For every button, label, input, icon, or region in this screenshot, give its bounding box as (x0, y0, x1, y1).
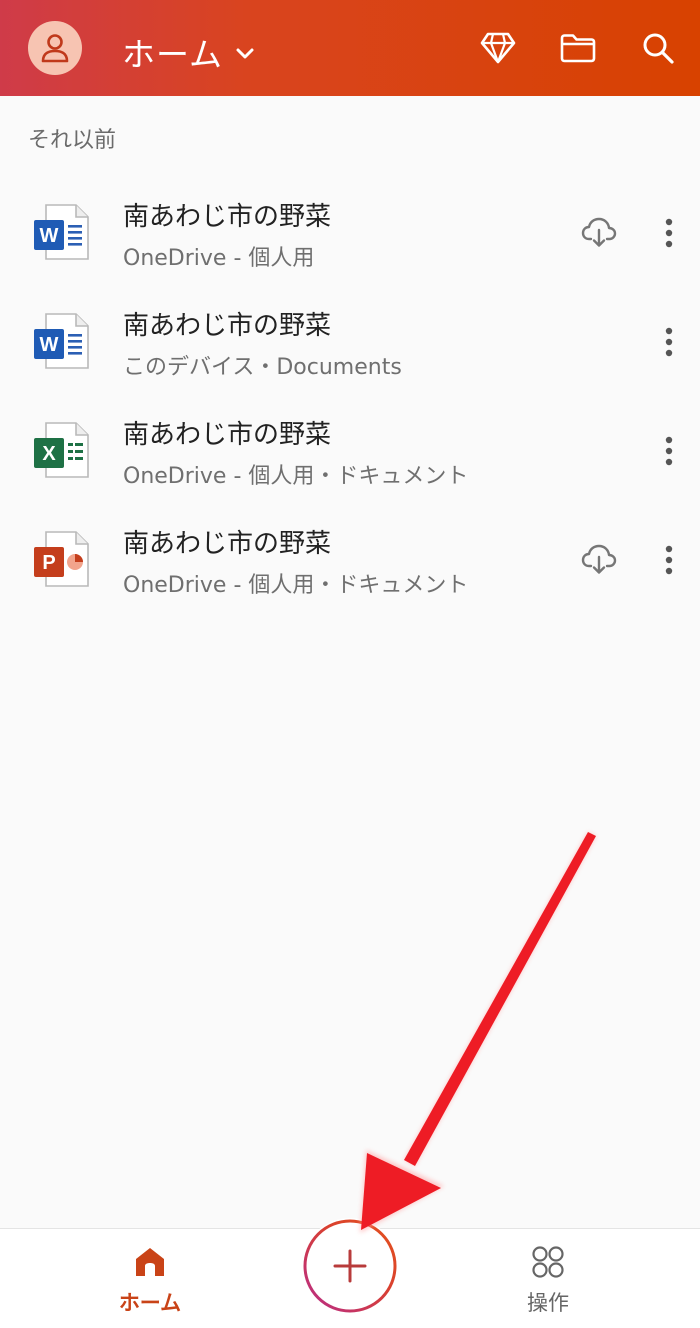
open-folder-button[interactable] (558, 28, 598, 68)
cloud-download-icon (581, 544, 617, 574)
svg-text:W: W (40, 334, 59, 356)
powerpoint-file-icon: P (34, 531, 89, 587)
file-name: 南あわじ市の野菜 (123, 529, 332, 559)
nav-actions-tab[interactable]: 操作 (500, 1245, 596, 1321)
app-header: ホーム (0, 0, 700, 96)
nav-home-tab[interactable]: ホーム (100, 1245, 200, 1321)
svg-text:W: W (40, 225, 59, 247)
search-button[interactable] (638, 28, 678, 68)
fab-ring (303, 1219, 397, 1313)
download-button[interactable] (580, 541, 618, 577)
avatar-icon (41, 34, 69, 63)
word-file-icon: W (34, 204, 89, 260)
nav-home-label: ホーム (118, 1291, 182, 1315)
file-list-item[interactable]: W 南あわじ市の野菜 このデバイス・Documents (0, 289, 700, 397)
premium-diamond-icon (480, 32, 516, 64)
excel-file-icon: X (34, 422, 89, 478)
more-vertical-icon (665, 327, 673, 357)
word-file-icon: W (34, 313, 89, 369)
more-vertical-icon (665, 218, 673, 248)
home-icon (136, 1248, 164, 1276)
more-options-button[interactable] (656, 214, 682, 252)
premium-button[interactable] (478, 28, 518, 68)
file-location: OneDrive - 個人用・ドキュメント (123, 573, 469, 598)
download-button[interactable] (580, 214, 618, 250)
section-header: それ以前 (28, 128, 117, 153)
svg-text:P: P (42, 552, 55, 574)
office-app: ホーム それ以前 W 南あわじ市の野菜 OneDrive - 個人用 W 南あわ… (0, 0, 700, 1328)
account-avatar[interactable] (28, 21, 82, 75)
location-switcher[interactable]: ホーム (122, 28, 255, 76)
file-location: OneDrive - 個人用 (123, 246, 315, 271)
cloud-download-icon (581, 217, 617, 247)
file-name: 南あわじ市の野菜 (123, 311, 332, 341)
file-location: OneDrive - 個人用・ドキュメント (123, 464, 469, 489)
nav-actions-label: 操作 (527, 1291, 569, 1315)
actions-grid-icon (532, 1246, 564, 1278)
more-options-button[interactable] (656, 323, 682, 361)
more-options-button[interactable] (656, 541, 682, 579)
svg-text:X: X (42, 443, 56, 465)
file-list-item[interactable]: W 南あわじ市の野菜 OneDrive - 個人用 (0, 180, 700, 288)
search-icon (643, 33, 674, 64)
file-list-item[interactable]: P 南あわじ市の野菜 OneDrive - 個人用・ドキュメント (0, 507, 700, 615)
page-title: ホーム (122, 35, 224, 74)
file-list-item[interactable]: X 南あわじ市の野菜 OneDrive - 個人用・ドキュメント (0, 398, 700, 506)
file-location: このデバイス・Documents (123, 355, 402, 380)
more-vertical-icon (665, 436, 673, 466)
file-name: 南あわじ市の野菜 (123, 202, 332, 232)
create-new-button[interactable] (302, 1218, 398, 1314)
file-name: 南あわじ市の野菜 (123, 420, 332, 450)
more-options-button[interactable] (656, 432, 682, 470)
folder-icon (560, 34, 596, 63)
more-vertical-icon (665, 545, 673, 575)
chevron-down-icon (236, 48, 254, 59)
